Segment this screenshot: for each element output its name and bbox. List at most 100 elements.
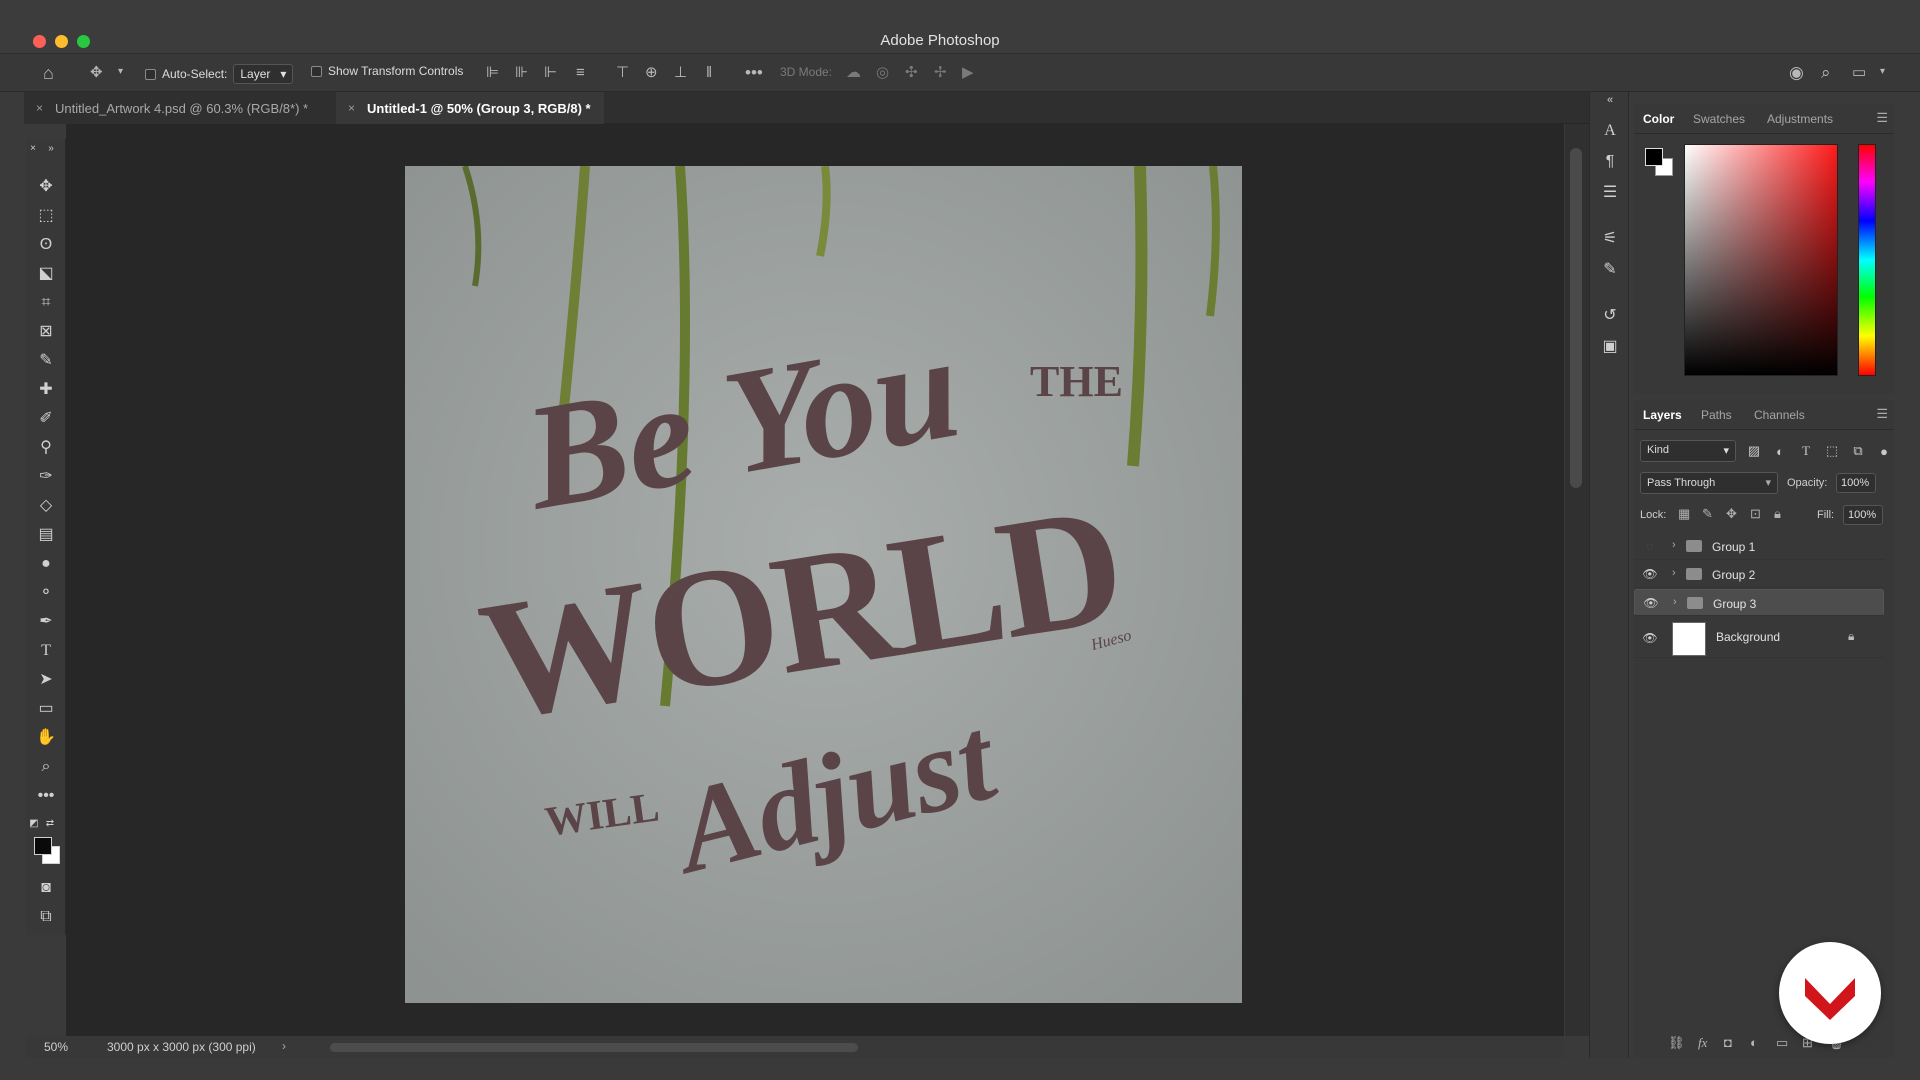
history-brush-tool-icon[interactable]: ✑ — [34, 465, 58, 489]
panel-menu-icon[interactable]: ☰ — [1876, 406, 1888, 422]
clone-stamp-tool-icon[interactable]: ⚲ — [34, 436, 58, 460]
type-tool-icon[interactable]: T — [34, 639, 58, 663]
lock-artboard-icon[interactable]: ⊡ — [1750, 506, 1761, 522]
rectangle-tool-icon[interactable]: ▭ — [34, 697, 58, 721]
character-panel-icon[interactable]: A — [1599, 120, 1621, 142]
pen-tool-icon[interactable]: ✒ — [34, 610, 58, 634]
tab-untitled-artwork[interactable]: × Untitled_Artwork 4.psd @ 60.3% (RGB/8*… — [24, 92, 336, 124]
close-tab-icon[interactable]: × — [348, 101, 355, 115]
chevron-right-icon[interactable]: › — [1672, 567, 1676, 579]
tab-layers[interactable]: Layers — [1643, 408, 1682, 422]
align-bottom-icon[interactable]: ⊥ — [674, 65, 687, 80]
adjustment-layer-icon[interactable]: ◐ — [1750, 1035, 1758, 1050]
show-transform-checkbox[interactable] — [311, 65, 322, 77]
add-mask-icon[interactable]: ◘ — [1724, 1035, 1732, 1050]
layer-row-group-1[interactable]: ◌ › Group 1 — [1634, 533, 1884, 560]
visibility-toggle-off[interactable]: ◌ — [1642, 539, 1658, 553]
type-filter-icon[interactable]: T — [1798, 443, 1814, 459]
foreground-color-box[interactable] — [1645, 148, 1663, 166]
lock-transparent-icon[interactable]: ▦ — [1678, 506, 1690, 522]
collapse-icon[interactable]: « — [1599, 89, 1621, 111]
hand-tool-icon[interactable]: ✋ — [34, 726, 58, 750]
eraser-tool-icon[interactable]: ◇ — [34, 494, 58, 518]
layer-row-group-2[interactable]: 👁︎ › Group 2 — [1634, 561, 1884, 588]
adjustments-panel-icon[interactable]: ⚟ — [1599, 228, 1621, 250]
gradient-tool-icon[interactable]: ▤ — [34, 523, 58, 547]
eye-icon[interactable]: 👁︎ — [1642, 567, 1658, 581]
align-middle-icon[interactable]: ⊕ — [645, 65, 658, 80]
layer-style-icon[interactable]: fx — [1698, 1035, 1707, 1051]
learn-icon[interactable]: ◉ — [1789, 64, 1804, 81]
blend-mode-dropdown[interactable]: Pass Through ▾ — [1640, 472, 1778, 494]
healing-brush-tool-icon[interactable]: ✚ — [34, 378, 58, 402]
default-colors-icon[interactable]: ◩ — [28, 812, 40, 836]
close-tab-icon[interactable]: × — [36, 101, 43, 115]
status-menu-arrow[interactable]: › — [282, 1039, 286, 1053]
more-options-icon[interactable]: ••• — [745, 64, 763, 81]
tab-swatches[interactable]: Swatches — [1693, 112, 1745, 126]
fill-field[interactable]: 100% — [1843, 505, 1883, 525]
properties-panel-icon[interactable]: ☰ — [1599, 182, 1621, 204]
chevron-right-icon[interactable]: › — [1673, 596, 1677, 608]
artwork-canvas[interactable]: Be You THE WORLD WILL Adjust Hueso — [405, 166, 1242, 1003]
filter-kind-dropdown[interactable]: Kind ▾ — [1640, 440, 1736, 462]
pixel-filter-icon[interactable]: ▨ — [1746, 443, 1762, 459]
lasso-tool-icon[interactable]: ʘ — [34, 233, 58, 257]
history-panel-icon[interactable]: ↺ — [1599, 305, 1621, 327]
frame-tool-icon[interactable]: ⊠ — [34, 320, 58, 344]
horizontal-scroll-thumb[interactable] — [330, 1043, 858, 1052]
link-layers-icon[interactable]: ⛓︎ — [1668, 1035, 1685, 1051]
adjustment-filter-icon[interactable]: ◐ — [1772, 444, 1788, 459]
tab-channels[interactable]: Channels — [1754, 408, 1805, 422]
lock-image-icon[interactable]: ✎ — [1702, 506, 1713, 522]
chevron-down-icon[interactable]: ▾ — [118, 67, 123, 77]
align-left-icon[interactable]: ⊫ — [486, 65, 499, 80]
auto-select-dropdown[interactable]: Layer ▾ — [233, 64, 294, 84]
libraries-panel-icon[interactable]: ▣ — [1599, 336, 1621, 358]
brush-settings-icon[interactable]: ✎ — [1599, 259, 1621, 281]
tab-paths[interactable]: Paths — [1701, 408, 1732, 422]
tab-color[interactable]: Color — [1643, 112, 1674, 126]
lock-position-icon[interactable]: ✥ — [1726, 506, 1737, 522]
eye-icon[interactable]: 👁︎ — [1642, 631, 1658, 645]
quick-mask-icon[interactable]: ◙ — [34, 876, 58, 900]
move-tool-icon[interactable]: ✥ — [34, 175, 58, 199]
filter-toggle-icon[interactable]: ● — [1876, 444, 1892, 459]
brush-tool-icon[interactable]: ✐ — [34, 407, 58, 431]
path-selection-tool-icon[interactable]: ➤ — [34, 668, 58, 692]
align-center-icon[interactable]: ⊪ — [515, 65, 528, 80]
tab-adjustments[interactable]: Adjustments — [1767, 112, 1833, 126]
auto-select-checkbox[interactable] — [145, 68, 156, 80]
align-top-icon[interactable]: ⊤ — [616, 65, 629, 80]
paragraph-panel-icon[interactable]: ¶ — [1599, 151, 1621, 173]
panel-menu-icon[interactable]: ☰ — [1876, 110, 1888, 126]
zoom-level[interactable]: 50% — [44, 1040, 68, 1054]
workspace-icon[interactable]: ▭ — [1852, 65, 1866, 80]
layer-row-background[interactable]: 👁︎ Background 🔒︎ — [1634, 618, 1884, 658]
align-right-icon[interactable]: ⊩ — [544, 65, 557, 80]
edit-toolbar-icon[interactable]: ••• — [34, 784, 58, 808]
marquee-tool-icon[interactable]: ⬚ — [34, 204, 58, 228]
tab-untitled-1[interactable]: × Untitled-1 @ 50% (Group 3, RGB/8) * — [336, 92, 604, 124]
crop-tool-icon[interactable]: ⌗ — [34, 291, 58, 315]
vertical-scroll-thumb[interactable] — [1570, 148, 1582, 488]
close-panel-icon[interactable]: × — [26, 137, 40, 161]
screen-mode-icon[interactable]: ⧉ — [34, 905, 58, 929]
expand-panel-icon[interactable]: » — [44, 137, 58, 161]
lock-all-icon[interactable]: 🔒︎ — [1774, 506, 1781, 522]
color-field[interactable] — [1684, 144, 1838, 376]
home-icon[interactable]: ⌂ — [43, 64, 54, 82]
swap-colors-icon[interactable]: ⇄ — [44, 812, 56, 836]
eyedropper-tool-icon[interactable]: ✎ — [34, 349, 58, 373]
opacity-field[interactable]: 100% — [1836, 473, 1876, 493]
chevron-right-icon[interactable]: › — [1672, 539, 1676, 551]
zoom-tool-icon[interactable]: ⌕ — [34, 755, 58, 779]
search-icon[interactable]: ⌕ — [1821, 64, 1831, 81]
move-tool-icon[interactable]: ✥ — [90, 65, 103, 80]
dodge-tool-icon[interactable]: ⚬ — [34, 581, 58, 605]
smart-object-filter-icon[interactable]: ⧉ — [1850, 443, 1866, 459]
chevron-down-icon[interactable]: ▾ — [1880, 67, 1885, 77]
distribute-vertical-icon[interactable]: ‖ — [706, 65, 712, 80]
distribute-horizontal-icon[interactable]: ≡ — [576, 65, 585, 80]
foreground-color-swatch[interactable] — [34, 837, 52, 855]
